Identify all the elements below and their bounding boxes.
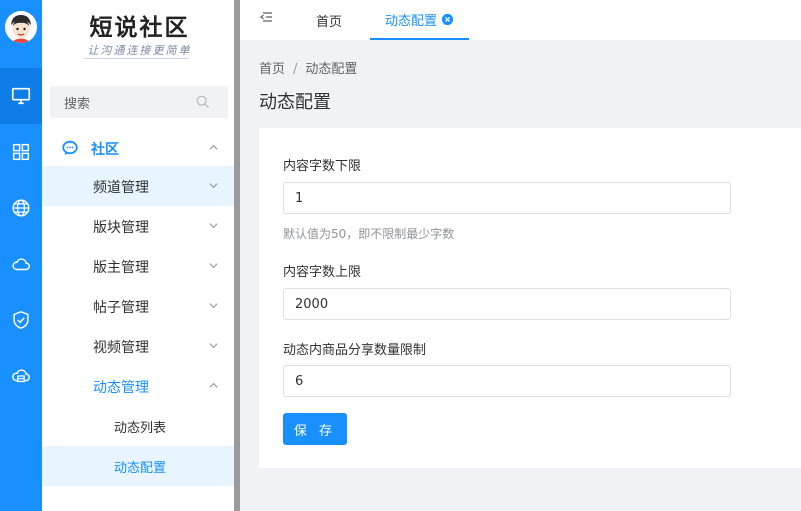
brand-slogan: 让沟通连接更简单 [87, 44, 192, 57]
tab-feed-config[interactable]: 动态配置 [370, 0, 469, 40]
rail-cloud-storage[interactable] [0, 348, 42, 404]
chevron-down-icon [209, 183, 218, 189]
search-icon[interactable] [196, 95, 210, 109]
menu-video-label: 视频管理 [93, 340, 149, 356]
tab-home-label: 首页 [316, 14, 343, 30]
chevron-down-icon [209, 263, 218, 269]
menu-feed-label: 动态管理 [93, 380, 149, 396]
menu-feed-config-label: 动态配置 [114, 461, 167, 476]
search-placeholder: 搜索 [64, 97, 91, 112]
shield-check-icon [13, 310, 29, 330]
menu-feed-list[interactable]: 动态列表 [42, 406, 236, 446]
cloud-icon [12, 258, 30, 271]
globe-icon [12, 199, 30, 217]
rail-monitor[interactable] [0, 68, 42, 124]
collapse-menu-icon[interactable] [258, 9, 274, 25]
breadcrumb-separator: / [293, 62, 298, 77]
menu-feed-config[interactable]: 动态配置 [42, 446, 236, 486]
min-words-hint: 默认值为50，即不限制最少字数 [283, 227, 455, 241]
tab-bar: 首页 动态配置 [240, 0, 801, 40]
chevron-up-icon [209, 382, 218, 388]
cloud-storage-icon [12, 369, 30, 383]
menu-board[interactable]: 版块管理 [42, 206, 236, 246]
rail-cloud[interactable] [0, 236, 42, 292]
breadcrumb: 首页 / 动态配置 [259, 58, 357, 77]
menu-feed[interactable]: 动态管理 [42, 366, 236, 406]
menu-moderator[interactable]: 版主管理 [42, 246, 236, 286]
close-icon[interactable] [441, 13, 454, 26]
chevron-down-icon [209, 303, 218, 309]
menu-video[interactable]: 视频管理 [42, 326, 236, 366]
min-words-label: 内容字数下限 [283, 159, 362, 174]
grid-icon [12, 143, 30, 161]
chevron-up-icon [209, 144, 218, 150]
max-words-label: 内容字数上限 [283, 265, 362, 280]
rail-shield[interactable] [0, 292, 42, 348]
chevron-down-icon [209, 343, 218, 349]
page-title: 动态配置 [259, 92, 331, 113]
max-words-input[interactable] [283, 288, 731, 320]
brand-title: 短说社区 [89, 14, 190, 41]
menu-feed-list-label: 动态列表 [114, 421, 167, 436]
menu-board-label: 版块管理 [93, 220, 149, 236]
min-words-input[interactable] [283, 182, 731, 214]
chat-bubble-icon [62, 140, 78, 155]
tab-feed-config-label: 动态配置 [384, 13, 437, 29]
config-form: 内容字数下限 默认值为50，即不限制最少字数 内容字数上限 动态内商品分享数量限… [259, 128, 801, 468]
menu-channel-label: 频道管理 [93, 180, 149, 196]
tab-home[interactable]: 首页 [316, 0, 342, 40]
menu-search[interactable]: 搜索 [50, 86, 228, 118]
monitor-icon [11, 87, 31, 105]
chevron-down-icon [209, 223, 218, 229]
brand-underline [84, 58, 189, 59]
menu-community-label: 社区 [91, 142, 119, 158]
breadcrumb-current: 动态配置 [305, 62, 358, 77]
rail-globe[interactable] [0, 180, 42, 236]
menu-community[interactable]: 社区 [42, 128, 236, 168]
sidebar: 短说社区 让沟通连接更简单 搜索 社区 频道管理 版块管理 版主管理 帖子管理 … [42, 0, 237, 511]
menu-post[interactable]: 帖子管理 [42, 286, 236, 326]
rail-grid[interactable] [0, 124, 42, 180]
avatar[interactable] [5, 11, 37, 43]
icon-rail [0, 0, 42, 511]
save-button[interactable]: 保 存 [283, 413, 347, 445]
avatar-wrap[interactable] [0, 0, 42, 54]
share-limit-input[interactable] [283, 365, 731, 397]
breadcrumb-home[interactable]: 首页 [259, 62, 285, 77]
menu-post-label: 帖子管理 [93, 300, 149, 316]
brand-logo[interactable]: 短说社区 让沟通连接更简单 [42, 0, 236, 68]
share-limit-label: 动态内商品分享数量限制 [283, 343, 427, 358]
sidebar-scrollbar[interactable] [234, 0, 240, 511]
menu-moderator-label: 版主管理 [93, 260, 149, 276]
menu-channel[interactable]: 频道管理 [42, 166, 236, 206]
